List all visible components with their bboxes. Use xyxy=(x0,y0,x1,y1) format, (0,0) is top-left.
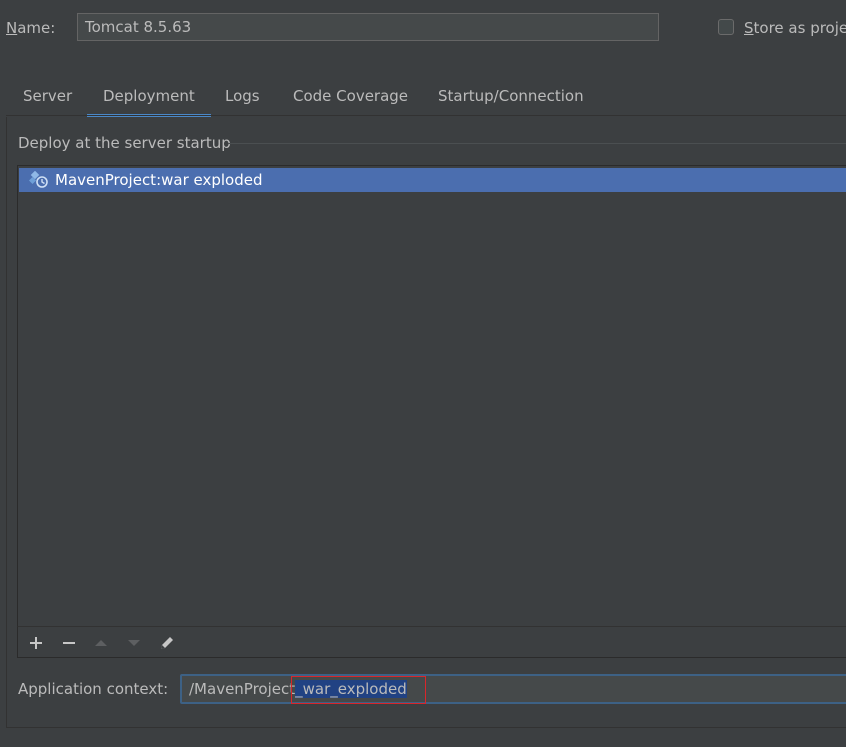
name-field[interactable]: Tomcat 8.5.63 xyxy=(77,13,659,41)
section-title: Deploy at the server startup xyxy=(18,134,231,152)
move-down-icon[interactable] xyxy=(124,633,144,653)
edit-icon[interactable] xyxy=(157,633,177,653)
tab-server[interactable]: Server xyxy=(7,78,88,114)
deploy-list[interactable]: MavenProject:war exploded xyxy=(17,165,846,627)
remove-icon[interactable] xyxy=(59,633,79,653)
application-context-label: Application context: xyxy=(18,680,169,698)
list-toolbar xyxy=(17,626,846,658)
store-as-project-label[interactable]: Store as proje xyxy=(744,17,846,39)
list-item-label: MavenProject:war exploded xyxy=(55,171,263,189)
context-text: /MavenProject xyxy=(189,680,296,698)
tab-divider xyxy=(6,115,846,116)
store-as-project-checkbox[interactable] xyxy=(718,19,734,35)
tab-bar: Server Deployment Logs Code Coverage Sta… xyxy=(6,78,846,117)
move-up-icon[interactable] xyxy=(91,633,111,653)
artifact-icon xyxy=(28,170,49,189)
tab-startup-connection[interactable]: Startup/Connection xyxy=(422,78,600,114)
application-context-field[interactable]: /MavenProject_war_exploded xyxy=(180,674,846,704)
name-label: Name: xyxy=(6,19,56,37)
run-configuration-dialog: Name: Tomcat 8.5.63 Store as proje Serve… xyxy=(0,0,846,747)
tab-deployment[interactable]: Deployment xyxy=(87,78,211,117)
context-selected-text: _war_exploded xyxy=(295,680,407,698)
add-icon[interactable] xyxy=(26,633,46,653)
section-divider xyxy=(228,143,846,144)
tab-code-coverage[interactable]: Code Coverage xyxy=(277,78,424,114)
tab-logs[interactable]: Logs xyxy=(209,78,276,114)
list-item[interactable]: MavenProject:war exploded xyxy=(19,168,846,192)
